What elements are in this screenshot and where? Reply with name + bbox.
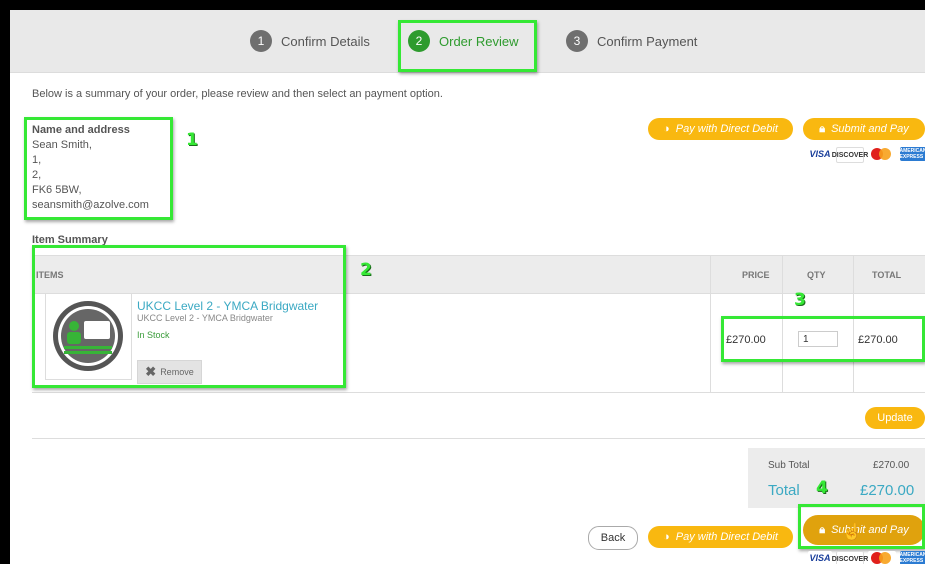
discover-logo: DISCOVER xyxy=(832,551,868,564)
callout-1: 1 xyxy=(186,130,198,150)
card-logos-bottom: VISA DISCOVER AMERICAN EXPRESS xyxy=(808,551,925,564)
highlight-order-review xyxy=(398,20,537,72)
step-confirm-payment[interactable]: 3 Confirm Payment xyxy=(566,30,697,52)
button-label: Pay with Direct Debit xyxy=(675,123,778,135)
step-label: Confirm Payment xyxy=(597,33,698,49)
visa-logo: VISA xyxy=(808,147,832,161)
column-divider xyxy=(710,255,711,392)
submit-pay-button-top[interactable]: 🔒︎ Submit and Pay xyxy=(803,118,925,140)
button-label: Update xyxy=(877,412,913,424)
callout-4: 4 xyxy=(816,478,828,498)
amex-logo: AMERICAN EXPRESS xyxy=(899,147,925,161)
step-label: Confirm Details xyxy=(281,33,370,49)
header-total: TOTAL xyxy=(872,270,902,280)
mastercard-logo xyxy=(868,551,896,564)
step-confirm-details[interactable]: 1 Confirm Details xyxy=(250,30,370,52)
total-value: £270.00 xyxy=(860,482,915,499)
header-qty: QTY xyxy=(807,270,826,280)
direct-debit-icon: ◑ xyxy=(663,531,670,543)
highlight-quantity xyxy=(721,316,925,362)
header-price: PRICE xyxy=(742,270,770,280)
pay-direct-debit-button-bottom[interactable]: ◑ Pay with Direct Debit xyxy=(648,526,793,548)
step-number: 1 xyxy=(250,30,272,52)
update-button[interactable]: Update xyxy=(865,407,925,429)
subtotal-value: £270.00 xyxy=(873,460,910,471)
hand-cursor-icon: ☝ xyxy=(842,524,862,541)
visa-logo: VISA xyxy=(808,551,832,564)
highlight-address xyxy=(24,117,173,220)
lock-icon: 🔒︎ xyxy=(819,122,826,135)
button-label: Pay with Direct Debit xyxy=(675,531,778,543)
discover-logo: DISCOVER xyxy=(832,147,868,163)
subtotal-label: Sub Total xyxy=(768,460,810,471)
callout-2: 2 xyxy=(360,260,372,280)
step-number: 3 xyxy=(566,30,588,52)
back-button[interactable]: Back xyxy=(588,526,638,550)
card-logos-top: VISA DISCOVER AMERICAN EXPRESS xyxy=(808,147,925,163)
button-label: Submit and Pay xyxy=(831,123,909,135)
divider xyxy=(32,438,925,439)
total-label: Total xyxy=(768,482,800,499)
checkout-page: 1 Confirm Details 2 Order Review 3 Confi… xyxy=(10,10,925,564)
direct-debit-icon: ◑ xyxy=(663,123,670,135)
totals-panel: Sub Total £270.00 Total £270.00 xyxy=(748,448,925,508)
highlight-items xyxy=(32,245,346,388)
divider xyxy=(32,392,925,393)
amex-logo: AMERICAN EXPRESS xyxy=(899,551,925,564)
callout-3: 3 xyxy=(794,290,806,310)
pay-direct-debit-button-top[interactable]: ◑ Pay with Direct Debit xyxy=(648,118,793,140)
mastercard-logo xyxy=(868,147,896,161)
intro-text: Below is a summary of your order, please… xyxy=(32,88,443,100)
